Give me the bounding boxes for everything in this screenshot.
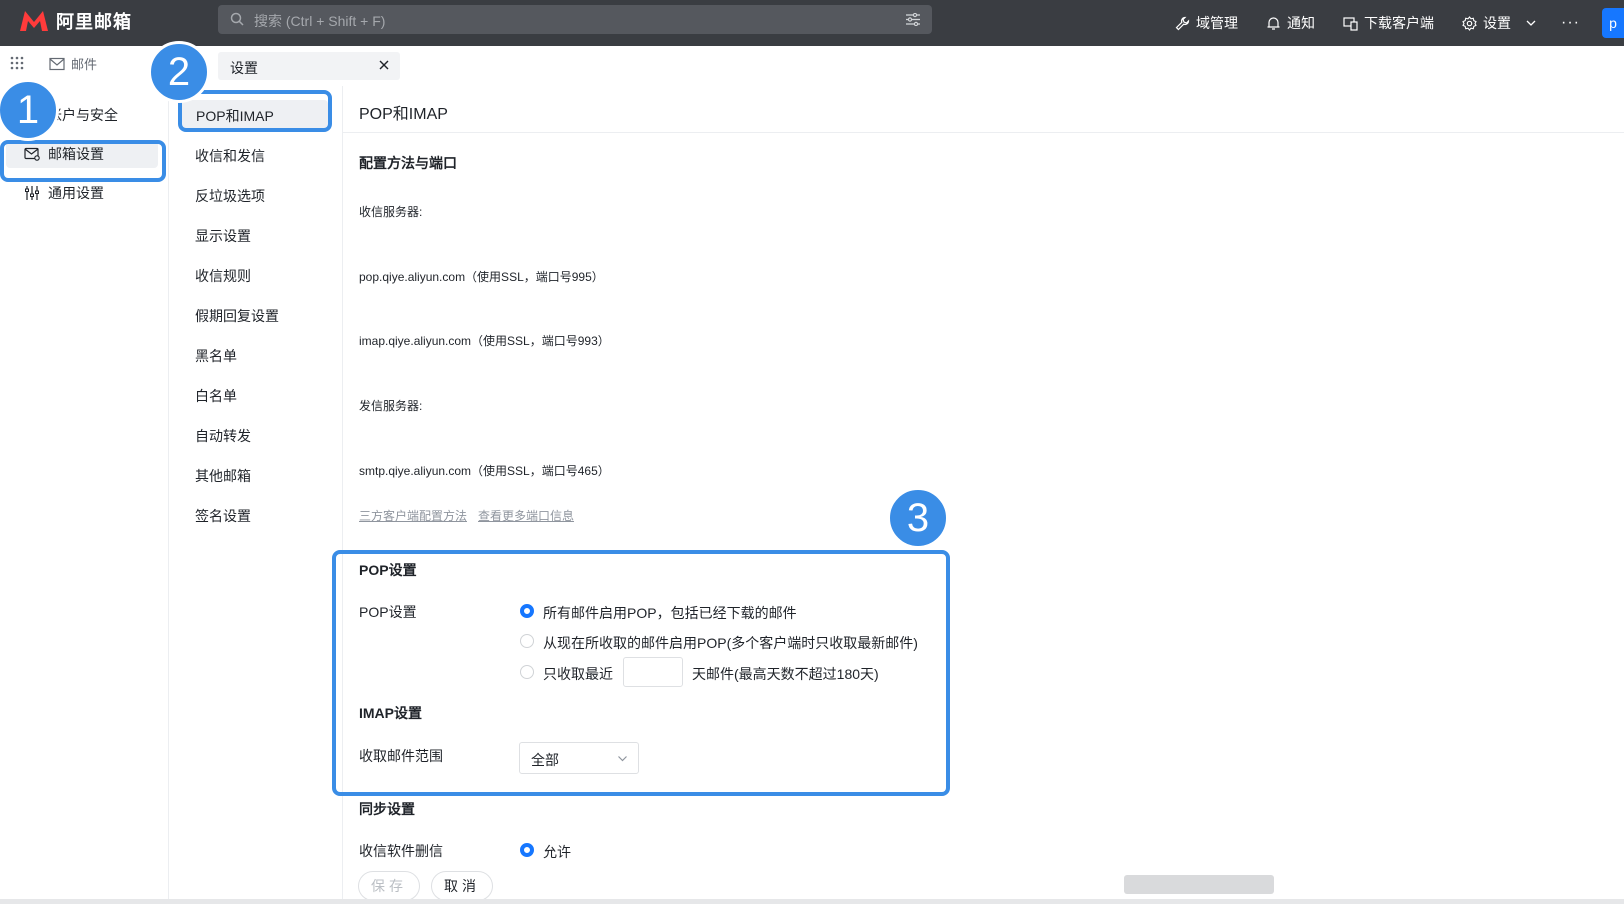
highlight-pop-imap-settings [332,550,950,796]
incoming-server-label: 收信服务器: [359,205,423,219]
subnav-vacation-reply[interactable]: 假期回复设置 [195,306,279,326]
top-bar: 阿里邮箱 搜索 (Ctrl + Shift + F) 域管理 通知 下载客户端 … [0,0,1624,46]
client-config-link[interactable]: 三方客户端配置方法 [359,507,467,524]
search-bar[interactable]: 搜索 (Ctrl + Shift + F) [218,5,932,34]
sync-delete-label: 收信软件删信 [359,843,443,859]
avatar[interactable]: p [1602,8,1624,38]
annotation-badge-2: 2 [148,41,210,103]
mail-app-link[interactable]: 邮件 [49,54,97,73]
settings-button[interactable]: 设置 [1462,13,1511,33]
window-bottom-edge [0,899,1624,904]
top-actions: 域管理 通知 下载客户端 设置 ··· p [1175,0,1624,46]
more-icon[interactable]: ··· [1561,14,1580,32]
subnav-blacklist[interactable]: 黑名单 [195,346,237,366]
save-button[interactable]: 保存 [358,871,420,901]
tab-label: 设置 [230,60,258,76]
tab-settings[interactable]: 设置 [218,52,400,80]
search-icon [230,12,244,26]
highlight-mailbox-settings [0,140,166,182]
bell-icon [1267,16,1280,30]
app-window: 阿里邮箱 搜索 (Ctrl + Shift + F) 域管理 通知 下载客户端 … [0,0,1624,904]
notification-button[interactable]: 通知 [1266,13,1315,33]
config-section-title: 配置方法与端口 [359,155,457,171]
settings-category-nav: 账户与安全 邮箱设置 通用设置 [0,86,169,904]
imap-server-text: imap.qiye.aliyun.com（使用SSL，端口号993） [359,334,610,348]
search-input[interactable]: 搜索 (Ctrl + Shift + F) [254,11,385,31]
cancel-button[interactable]: 取消 [431,871,493,901]
subnav-rules[interactable]: 收信规则 [195,266,251,286]
gear-icon [1462,15,1477,31]
subnav-receive-send[interactable]: 收信和发信 [195,146,265,166]
subnav-other-mailbox[interactable]: 其他邮箱 [195,466,251,486]
divider [342,132,1624,133]
sync-allow-label: 允许 [543,844,571,860]
smtp-server-text: smtp.qiye.aliyun.com（使用SSL，端口号465） [359,464,610,478]
mail-logo-icon [20,11,48,31]
close-icon[interactable] [378,59,390,71]
chevron-down-icon[interactable] [1525,17,1537,29]
subnav-whitelist[interactable]: 白名单 [195,386,237,406]
sync-section-title: 同步设置 [359,801,415,817]
devices-icon [1343,16,1358,31]
sliders-icon [25,186,39,200]
apps-grid-icon[interactable] [10,56,24,70]
wrench-icon [1175,16,1190,30]
app-name: 阿里邮箱 [56,12,132,32]
subnav-display[interactable]: 显示设置 [195,226,251,246]
download-client-button[interactable]: 下载客户端 [1343,13,1434,33]
mailbox-settings-subnav: POP和IMAP 收信和发信 反垃圾选项 显示设置 收信规则 假期回复设置 黑名… [168,86,343,904]
annotation-badge-1: 1 [0,79,59,141]
logo[interactable]: 阿里邮箱 [18,6,132,36]
subnav-anti-spam[interactable]: 反垃圾选项 [195,186,265,206]
horizontal-scrollbar[interactable] [1124,875,1274,894]
sync-allow-radio[interactable] [520,843,534,857]
outgoing-server-label: 发信服务器: [359,399,423,413]
more-ports-link[interactable]: 查看更多端口信息 [478,507,574,524]
page-title: POP和IMAP [359,106,448,123]
pop-server-text: pop.qiye.aliyun.com（使用SSL，端口号995） [359,270,604,284]
filter-icon[interactable] [906,13,920,26]
highlight-pop-imap [178,90,332,132]
envelope-icon [49,57,65,70]
subnav-auto-forward[interactable]: 自动转发 [195,426,251,446]
domain-admin-button[interactable]: 域管理 [1175,13,1238,33]
subnav-signature[interactable]: 签名设置 [195,506,251,526]
annotation-badge-3: 3 [887,487,949,549]
